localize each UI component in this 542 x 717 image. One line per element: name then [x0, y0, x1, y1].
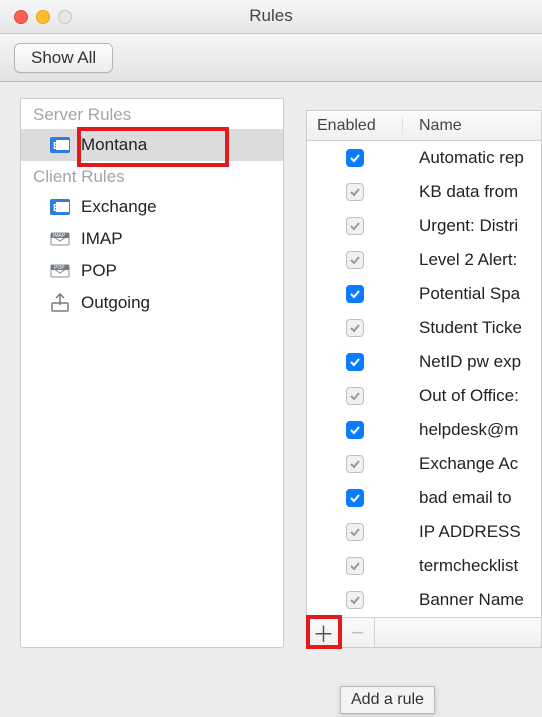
enabled-checkbox[interactable]	[346, 285, 364, 303]
enabled-checkbox[interactable]	[346, 251, 364, 269]
table-row[interactable]: Urgent: Distri	[307, 209, 541, 243]
table-header: Enabled Name	[307, 111, 541, 141]
show-all-button[interactable]: Show All	[14, 43, 113, 73]
table-row[interactable]: helpdesk@m	[307, 413, 541, 447]
sidebar-item-label: Exchange	[81, 197, 157, 217]
rule-name-cell: bad email to	[403, 488, 541, 508]
rule-enabled-cell	[307, 489, 403, 507]
sidebar-item-label: Montana	[81, 135, 147, 155]
enabled-checkbox[interactable]	[346, 183, 364, 201]
plus-icon: ＋	[312, 617, 334, 649]
zoom-window-button[interactable]	[58, 10, 72, 24]
window-titlebar: Rules	[0, 0, 542, 34]
column-enabled[interactable]: Enabled	[307, 117, 403, 135]
imap-icon: IMAP	[49, 228, 71, 250]
enabled-checkbox[interactable]	[346, 387, 364, 405]
rule-name-cell: Potential Spa	[403, 284, 541, 304]
table-row[interactable]: Out of Office:	[307, 379, 541, 413]
sidebar-item-label: POP	[81, 261, 117, 281]
table-row[interactable]: Automatic rep	[307, 141, 541, 175]
sidebar-section-client: Client Rules	[21, 161, 283, 191]
rule-enabled-cell	[307, 455, 403, 473]
minimize-window-button[interactable]	[36, 10, 50, 24]
minus-icon: −	[351, 620, 364, 646]
rule-enabled-cell	[307, 285, 403, 303]
enabled-checkbox[interactable]	[346, 319, 364, 337]
pop-icon: POP	[49, 260, 71, 282]
traffic-lights	[14, 10, 72, 24]
table-footer: ＋ −	[307, 617, 541, 647]
sidebar-item-label: Outgoing	[81, 293, 150, 313]
rule-enabled-cell	[307, 523, 403, 541]
enabled-checkbox[interactable]	[346, 421, 364, 439]
sidebar-item-label: IMAP	[81, 229, 123, 249]
svg-text:IMAP: IMAP	[53, 233, 66, 239]
add-rule-tooltip: Add a rule	[340, 686, 435, 714]
enabled-checkbox[interactable]	[346, 523, 364, 541]
table-row[interactable]: Potential Spa	[307, 277, 541, 311]
enabled-checkbox[interactable]	[346, 217, 364, 235]
rule-name-cell: NetID pw exp	[403, 352, 541, 372]
rule-enabled-cell	[307, 217, 403, 235]
table-row[interactable]: Level 2 Alert:	[307, 243, 541, 277]
table-row[interactable]: NetID pw exp	[307, 345, 541, 379]
rules-table: Enabled Name Automatic rep KB data from Ur…	[306, 110, 542, 648]
svg-text:E: E	[53, 141, 60, 152]
rule-name-cell: termchecklist	[403, 556, 541, 576]
content-area: Server Rules E Montana Client Rules E Ex…	[0, 82, 542, 717]
rule-enabled-cell	[307, 183, 403, 201]
table-row[interactable]: IP ADDRESS	[307, 515, 541, 549]
rules-sidebar: Server Rules E Montana Client Rules E Ex…	[20, 98, 284, 648]
close-window-button[interactable]	[14, 10, 28, 24]
rule-name-cell: helpdesk@m	[403, 420, 541, 440]
table-body: Automatic rep KB data from Urgent: Distri L…	[307, 141, 541, 617]
table-row[interactable]: Student Ticke	[307, 311, 541, 345]
sidebar-section-server: Server Rules	[21, 99, 283, 129]
rules-panel: Double-click to edit a ru Enabled Name A…	[284, 98, 542, 648]
rule-name-cell: Automatic rep	[403, 148, 541, 168]
rule-enabled-cell	[307, 421, 403, 439]
table-row[interactable]: Banner Name	[307, 583, 541, 617]
rule-enabled-cell	[307, 557, 403, 575]
rule-name-cell: Banner Name	[403, 590, 541, 610]
enabled-checkbox[interactable]	[346, 455, 364, 473]
svg-text:POP: POP	[54, 265, 65, 271]
rule-enabled-cell	[307, 251, 403, 269]
svg-text:E: E	[53, 203, 60, 214]
table-row[interactable]: termchecklist	[307, 549, 541, 583]
enabled-checkbox[interactable]	[346, 353, 364, 371]
rule-enabled-cell	[307, 149, 403, 167]
sidebar-item-imap[interactable]: IMAP IMAP	[21, 223, 283, 255]
exchange-icon: E	[49, 134, 71, 156]
remove-rule-button[interactable]: −	[341, 618, 375, 647]
rule-name-cell: Out of Office:	[403, 386, 541, 406]
rule-enabled-cell	[307, 387, 403, 405]
rule-enabled-cell	[307, 353, 403, 371]
exchange-icon: E	[49, 196, 71, 218]
rule-name-cell: Student Ticke	[403, 318, 541, 338]
add-rule-button[interactable]: ＋	[307, 618, 341, 647]
window-title: Rules	[231, 6, 311, 26]
sidebar-item-pop[interactable]: POP POP	[21, 255, 283, 287]
sidebar-item-outgoing[interactable]: Outgoing	[21, 287, 283, 319]
enabled-checkbox[interactable]	[346, 591, 364, 609]
rule-enabled-cell	[307, 591, 403, 609]
enabled-checkbox[interactable]	[346, 149, 364, 167]
sidebar-item-exchange[interactable]: E Exchange	[21, 191, 283, 223]
rule-name-cell: Urgent: Distri	[403, 216, 541, 236]
rule-name-cell: KB data from	[403, 182, 541, 202]
rule-name-cell: Exchange Ac	[403, 454, 541, 474]
enabled-checkbox[interactable]	[346, 557, 364, 575]
table-row[interactable]: KB data from	[307, 175, 541, 209]
outgoing-icon	[49, 292, 71, 314]
column-name[interactable]: Name	[403, 117, 541, 135]
table-row[interactable]: bad email to	[307, 481, 541, 515]
rule-name-cell: IP ADDRESS	[403, 522, 541, 542]
enabled-checkbox[interactable]	[346, 489, 364, 507]
rule-enabled-cell	[307, 319, 403, 337]
table-row[interactable]: Exchange Ac	[307, 447, 541, 481]
toolbar: Show All	[0, 34, 542, 82]
sidebar-item-montana[interactable]: E Montana	[21, 129, 283, 161]
rule-name-cell: Level 2 Alert:	[403, 250, 541, 270]
